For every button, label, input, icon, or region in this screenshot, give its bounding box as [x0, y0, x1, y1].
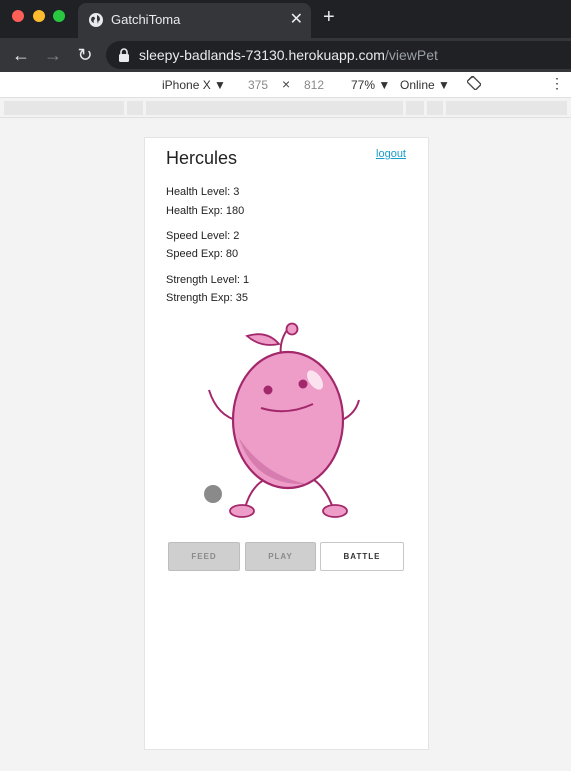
url-text: sleepy-badlands-73130.herokuapp.com/view…	[139, 47, 438, 63]
ruler-segment[interactable]	[406, 101, 424, 115]
lock-icon	[119, 48, 129, 62]
play-button[interactable]: PLAY	[245, 542, 316, 571]
ruler-segment[interactable]	[146, 101, 403, 115]
media-query-ruler	[0, 98, 571, 118]
url-path: /viewPet	[384, 47, 438, 63]
device-toolbar: iPhone X ▼ 375 × 812 77% ▼ Online ▼ ⋮	[0, 72, 571, 98]
action-buttons: FEED PLAY BATTLE	[168, 542, 405, 572]
tab-title: GatchiToma	[111, 12, 181, 27]
ruler-segment[interactable]	[446, 101, 567, 115]
device-select[interactable]: iPhone X ▼	[162, 78, 226, 92]
browser-tab-strip: GatchiToma ✕ +	[0, 0, 571, 38]
tab-close-icon[interactable]: ✕	[290, 9, 303, 29]
ruler-segment[interactable]	[127, 101, 143, 115]
health-exp-text: Health Exp: 180	[166, 205, 245, 217]
globe-icon	[89, 13, 103, 27]
battle-button[interactable]: BATTLE	[320, 542, 404, 571]
logout-link[interactable]: logout	[376, 148, 406, 160]
address-bar[interactable]: sleepy-badlands-73130.herokuapp.com/view…	[106, 41, 571, 69]
pet-illustration	[204, 322, 360, 518]
feed-button[interactable]: FEED	[168, 542, 240, 571]
browser-tab[interactable]: GatchiToma ✕	[78, 3, 311, 38]
strength-exp-text: Strength Exp: 35	[166, 292, 248, 304]
zoom-select[interactable]: 77% ▼	[351, 78, 390, 92]
ruler-segment[interactable]	[4, 101, 124, 115]
rotate-icon[interactable]	[466, 75, 482, 93]
device-height-field[interactable]: 812	[304, 78, 324, 92]
device-viewport: Hercules logout Health Level: 3 Health E…	[144, 137, 429, 750]
strength-level-text: Strength Level: 1	[166, 274, 250, 286]
browser-toolbar: ← → ↻ sleepy-badlands-73130.herokuapp.co…	[0, 38, 571, 72]
reload-icon[interactable]: ↻	[74, 44, 96, 66]
health-level-text: Health Level: 3	[166, 186, 240, 198]
new-tab-icon[interactable]: +	[323, 6, 335, 29]
more-options-icon[interactable]: ⋮	[550, 75, 564, 92]
url-host: sleepy-badlands-73130.herokuapp.com	[139, 47, 385, 63]
speed-exp-text: Speed Exp: 80	[166, 248, 239, 260]
device-width-field[interactable]: 375	[248, 78, 268, 92]
speed-level-text: Speed Level: 2	[166, 230, 240, 242]
ruler-segment[interactable]	[427, 101, 443, 115]
forward-arrow-icon[interactable]: →	[42, 44, 64, 66]
window-close-button[interactable]	[12, 10, 24, 22]
window-minimize-button[interactable]	[33, 10, 45, 22]
back-arrow-icon[interactable]: ←	[10, 44, 32, 66]
dimension-separator: ×	[282, 76, 291, 92]
network-throttle-select[interactable]: Online ▼	[400, 78, 450, 92]
window-zoom-button[interactable]	[53, 10, 65, 22]
pet-name-heading: Hercules	[166, 148, 238, 168]
